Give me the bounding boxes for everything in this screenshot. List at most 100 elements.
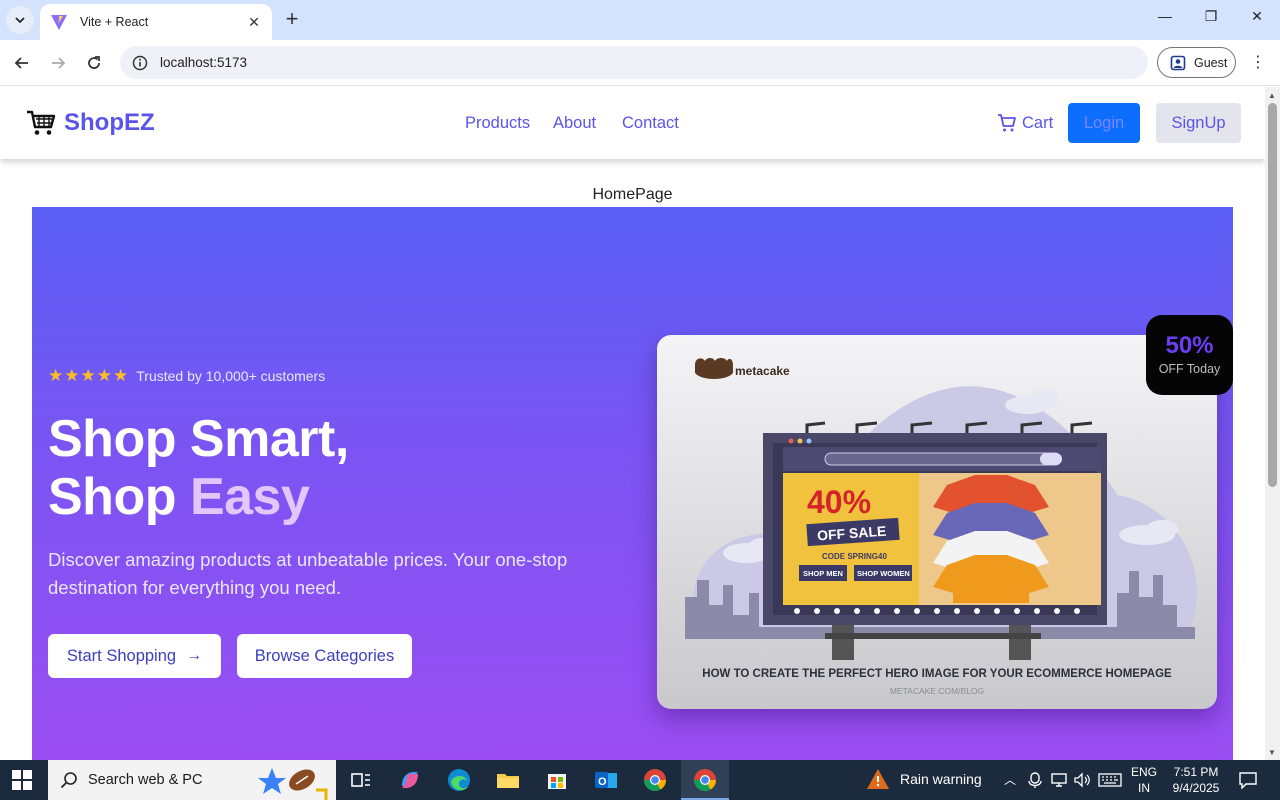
copilot-icon[interactable]: [396, 766, 424, 794]
keyboard-icon[interactable]: [1098, 773, 1122, 787]
address-bar[interactable]: localhost:5173: [120, 46, 1148, 79]
windows-start-icon[interactable]: [12, 770, 32, 790]
brand-name: ShopEZ: [64, 109, 155, 136]
hero-headline: Shop Smart, Shop Easy: [48, 410, 349, 526]
brand-logo[interactable]: ShopEZ: [26, 109, 155, 137]
windows-taskbar: Search web & PC O Rain warning ︿ ENG IN …: [0, 760, 1280, 800]
tab-title: Vite + React: [80, 15, 149, 29]
region-code: IN: [1138, 781, 1150, 795]
file-explorer-icon[interactable]: [494, 766, 522, 794]
meet-now-icon[interactable]: [1028, 772, 1042, 788]
site-info-icon[interactable]: [132, 55, 148, 71]
profile-label: Guest: [1194, 55, 1228, 70]
ad-shop-men: SHOP MEN: [803, 569, 843, 578]
nav-contact[interactable]: Contact: [622, 114, 679, 133]
badge-value: 50%: [1165, 332, 1214, 359]
volume-icon[interactable]: [1073, 772, 1091, 788]
star-icon: ★: [64, 366, 80, 385]
microsoft-store-icon[interactable]: [543, 766, 571, 794]
hero-image: 40% OFF SALE CODE SPRING40 SHOP MEN SHOP…: [657, 335, 1217, 709]
chrome-icon[interactable]: [641, 766, 669, 794]
football-search-highlight-icon: [258, 768, 328, 800]
start-shopping-button[interactable]: Start Shopping →: [48, 634, 221, 678]
browse-categories-button[interactable]: Browse Categories: [237, 634, 412, 678]
browser-tab[interactable]: Vite + React ✕: [40, 4, 272, 40]
page-viewport: ShopEZ Products About Contact Cart Login…: [0, 87, 1265, 760]
back-button[interactable]: [9, 50, 35, 76]
profile-button[interactable]: Guest: [1157, 47, 1236, 78]
svg-text:O: O: [598, 776, 607, 788]
language-code: ENG: [1130, 765, 1157, 779]
image-caption-sub: METACAKE.COM/BLOG: [890, 686, 984, 696]
login-button[interactable]: Login: [1068, 103, 1140, 143]
browser-toolbar: localhost:5173 Guest ⋮: [0, 40, 1280, 86]
close-window-button[interactable]: ✕: [1242, 8, 1272, 32]
restore-button[interactable]: ❐: [1196, 8, 1226, 32]
headline-line-1: Shop Smart,: [48, 410, 349, 468]
edge-icon[interactable]: [445, 766, 473, 794]
rain-warning-icon: [867, 769, 889, 789]
weather-text: Rain warning: [900, 771, 982, 787]
tab-search-button[interactable]: [6, 6, 34, 34]
rating-stars: ★ ★ ★ ★ ★: [48, 367, 129, 384]
vite-favicon-icon: [51, 15, 67, 30]
star-icon: ★: [48, 366, 64, 385]
weather-widget[interactable]: Rain warning: [866, 768, 982, 790]
headline-accent: Easy: [189, 468, 310, 526]
signup-button[interactable]: SignUp: [1156, 103, 1241, 143]
taskbar-search-placeholder: Search web & PC: [88, 772, 203, 788]
ad-sale-percent: 40%: [807, 484, 871, 520]
arrow-left-icon: [14, 57, 28, 69]
network-icon[interactable]: [1050, 772, 1068, 788]
forward-button[interactable]: [45, 50, 71, 76]
notifications-icon[interactable]: [1238, 771, 1258, 789]
task-view-icon[interactable]: [347, 766, 375, 794]
taskbar-search[interactable]: Search web & PC: [48, 760, 336, 800]
arrow-right-icon: [52, 57, 66, 69]
tab-close-icon[interactable]: ✕: [246, 14, 262, 31]
profile-icon: [1170, 55, 1186, 70]
clock-date: 9/4/2025: [1172, 781, 1220, 795]
new-tab-button[interactable]: +: [280, 8, 304, 32]
scroll-down-icon[interactable]: ▼: [1268, 748, 1276, 757]
image-logo-text: metacake: [735, 364, 790, 378]
image-caption: HOW TO CREATE THE PERFECT HERO IMAGE FOR…: [702, 668, 1172, 680]
reload-icon: [88, 56, 100, 69]
url-text[interactable]: localhost:5173: [160, 55, 247, 70]
scroll-up-icon[interactable]: ▲: [1268, 91, 1276, 100]
shopping-cart-logo-icon: [27, 110, 56, 135]
outlook-icon[interactable]: O: [592, 766, 620, 794]
hero-section: ★ ★ ★ ★ ★ Trusted by 10,000+ customers S…: [32, 207, 1233, 760]
browser-menu-icon[interactable]: ⋮: [1248, 52, 1268, 74]
page-scrollbar[interactable]: ▲ ▼: [1265, 87, 1280, 760]
site-header: ShopEZ Products About Contact Cart Login…: [0, 87, 1265, 159]
star-icon: ★: [113, 366, 129, 385]
discount-badge: 50% OFF Today: [1146, 315, 1233, 395]
scrollbar-thumb[interactable]: [1268, 103, 1277, 487]
start-shopping-label: Start Shopping: [66, 646, 177, 665]
chrome-active-taskbar-button[interactable]: [681, 760, 729, 800]
star-icon: ★: [96, 366, 112, 385]
search-icon: [60, 772, 77, 789]
clock[interactable]: 7:51 PM 9/4/2025: [1164, 764, 1228, 796]
chrome-icon: [694, 769, 716, 791]
nav-about[interactable]: About: [553, 114, 596, 133]
cart-link[interactable]: Cart: [997, 113, 1053, 133]
chevron-down-icon: [15, 17, 25, 24]
billboard-illustration: 40% OFF SALE CODE SPRING40 SHOP MEN SHOP…: [685, 358, 1198, 696]
trust-row: ★ ★ ★ ★ ★ Trusted by 10,000+ customers: [48, 367, 325, 384]
nav-products[interactable]: Products: [465, 114, 530, 133]
show-hidden-icons-icon[interactable]: ︿: [1002, 772, 1018, 788]
minimize-button[interactable]: —: [1150, 8, 1180, 32]
hero-subtext: Discover amazing products at unbeatable …: [48, 549, 568, 598]
trust-text: Trusted by 10,000+ customers: [136, 367, 326, 384]
cart-label: Cart: [1022, 113, 1054, 132]
reload-button[interactable]: [81, 50, 107, 76]
star-icon: ★: [80, 366, 96, 385]
ad-code: CODE SPRING40: [822, 552, 887, 561]
ad-shop-women: SHOP WOMEN: [857, 569, 910, 578]
page-label: HomePage: [592, 186, 673, 203]
browser-tab-bar: Vite + React ✕ + — ❐ ✕: [0, 0, 1280, 40]
input-language[interactable]: ENG IN: [1128, 764, 1160, 796]
clock-time: 7:51 PM: [1173, 765, 1219, 779]
